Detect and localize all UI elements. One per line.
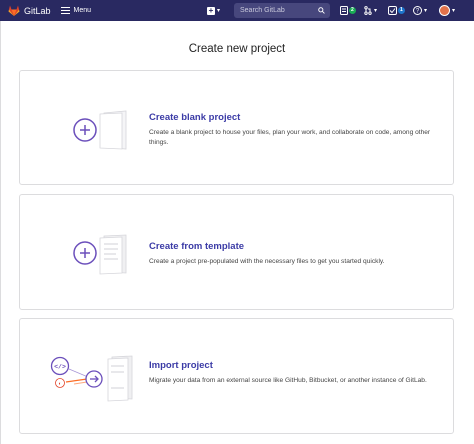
card-description: Create a blank project to house your fil… bbox=[149, 129, 431, 146]
chevron-down-icon: ▾ bbox=[374, 8, 378, 14]
search-input[interactable]: Search GitLab bbox=[234, 3, 330, 18]
template-project-icon bbox=[73, 234, 127, 275]
merge-request-icon bbox=[364, 6, 372, 15]
menu-label: Menu bbox=[73, 7, 92, 14]
svg-text:</>: </> bbox=[54, 364, 66, 371]
create-from-template-card[interactable]: Create from template Create a project pr… bbox=[19, 194, 454, 310]
top-navbar: GitLab Menu + ▾ Search GitLab 2 ▾ 1 ? ▾ … bbox=[0, 0, 474, 21]
import-project-card[interactable]: </> ◐ Import project Migrate your data f… bbox=[19, 318, 454, 434]
card-title[interactable]: Create from template bbox=[149, 241, 244, 252]
page-title: Create new project bbox=[188, 43, 286, 55]
svg-text:◐: ◐ bbox=[58, 381, 61, 387]
issues-count-badge: 2 bbox=[349, 7, 356, 14]
plus-square-icon: + bbox=[207, 5, 215, 15]
search-icon bbox=[318, 7, 325, 14]
todos-button[interactable]: 1 bbox=[388, 4, 405, 17]
help-button[interactable]: ? ▾ bbox=[413, 4, 427, 17]
search-placeholder: Search GitLab bbox=[240, 7, 285, 14]
import-project-icon: </> ◐ bbox=[50, 355, 133, 402]
chevron-down-icon: ▾ bbox=[217, 8, 221, 14]
card-description: Migrate your data from an external sourc… bbox=[149, 377, 427, 384]
menu-button[interactable]: Menu bbox=[60, 7, 92, 14]
chevron-down-icon: ▾ bbox=[452, 8, 456, 14]
gitlab-tanuki-icon bbox=[8, 5, 20, 16]
card-title[interactable]: Create blank project bbox=[149, 112, 240, 123]
issues-icon bbox=[340, 6, 348, 15]
user-menu-button[interactable]: ▾ bbox=[439, 4, 455, 17]
todo-checkmark-icon bbox=[388, 6, 397, 15]
left-border bbox=[0, 21, 1, 444]
create-blank-project-card[interactable]: Create blank project Create a blank proj… bbox=[19, 70, 454, 185]
new-dropdown-button[interactable]: + ▾ bbox=[207, 4, 225, 17]
logo-text: GitLab bbox=[24, 5, 51, 16]
card-description: Create a project pre-populated with the … bbox=[149, 258, 385, 265]
hamburger-icon bbox=[60, 7, 70, 14]
avatar bbox=[439, 5, 450, 16]
chevron-down-icon: ▾ bbox=[424, 8, 428, 14]
merge-requests-button[interactable]: ▾ bbox=[364, 4, 377, 17]
card-title[interactable]: Import project bbox=[149, 360, 213, 371]
blank-project-icon bbox=[73, 110, 127, 150]
question-circle-icon: ? bbox=[413, 6, 422, 15]
issues-button[interactable]: 2 bbox=[340, 4, 356, 17]
todos-count-badge: 1 bbox=[398, 7, 405, 14]
gitlab-logo[interactable]: GitLab bbox=[8, 5, 51, 16]
